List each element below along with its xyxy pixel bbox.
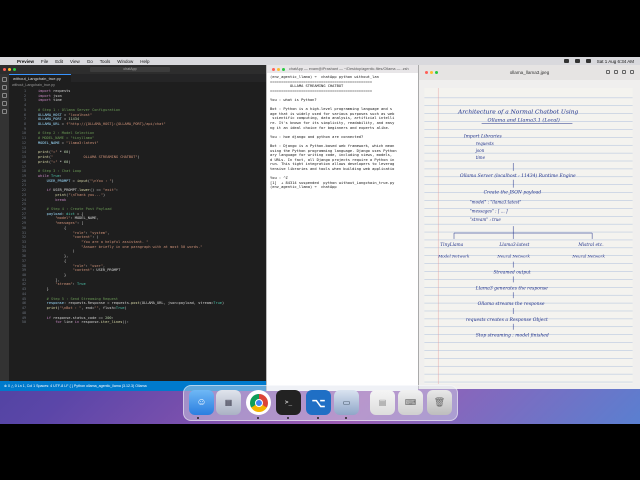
wifi-icon[interactable] [574, 59, 580, 63]
zoom-in-icon[interactable] [614, 70, 618, 74]
terminal-titlebar: chatApp — exam@iPrashant — ~/Desktop/age… [267, 65, 418, 73]
diagram-import-2: json [475, 148, 485, 153]
diagram-branch-2: Llama3:latest [498, 243, 529, 248]
code-line[interactable]: for line in response.iter_lines(): [38, 320, 264, 325]
diagram-flow-1: Streamed output [493, 270, 530, 275]
menu-bar: Preview File Edit View Go Tools Window H… [0, 57, 640, 65]
line-number-gutter: 1 2 3 4 5 6 7 8 9 10 11 12 13 14 15 16 17 18 19 20 21 22 23 24 2… [9, 89, 29, 379]
preview-window-controls [425, 71, 438, 74]
preview-toolbar [606, 70, 634, 74]
diagram-payload-title: Create the JSON payload [484, 190, 542, 196]
vscode-window: chatApp without_Langchain_true.py withou… [0, 65, 266, 391]
terminal-running-indicator [287, 417, 289, 419]
markup-icon[interactable] [630, 70, 634, 74]
chrome-icon[interactable] [246, 390, 271, 415]
chrome-running-indicator [257, 417, 259, 419]
menu-item-help[interactable]: Help [140, 59, 149, 64]
diagram-flow-2: Llama3 generates the response [475, 285, 548, 291]
menu-bar-status: Sat 1 Aug 6:34 AM [563, 57, 634, 65]
diagram-server-line: Ollama Server (localhost : 11434) Runtim… [460, 172, 576, 179]
diagram-subheading: Ollama and Llama3.1 (Local) [488, 117, 560, 124]
zoom-out-icon[interactable] [606, 70, 610, 74]
launchpad-icon[interactable]: ▦ [216, 390, 241, 415]
vscode-icon[interactable]: ⌥ [306, 390, 331, 415]
editor-tab-bar: without_Langchain_true.py [9, 74, 266, 82]
terminal-window: chatApp — exam@iPrashant — ~/Desktop/age… [266, 65, 418, 391]
menu-item-go[interactable]: Go [87, 59, 93, 64]
diagram-payload-2: "messages" : [ ... ] [470, 208, 508, 213]
screen: Preview File Edit View Go Tools Window H… [0, 0, 640, 480]
handwritten-diagram-image: Architecture of a Normal Chatbot Using O… [424, 88, 633, 384]
diagram-payload-1: "model" : "llama3:latest" [470, 199, 522, 204]
preview-icon[interactable]: ▭ [334, 390, 359, 415]
breadcrumb[interactable]: without_Langchain_true.py [9, 82, 266, 88]
vscode-running-indicator [317, 417, 319, 419]
terminal-close-button[interactable] [272, 67, 275, 71]
preview-running-indicator [345, 417, 347, 419]
close-window-button[interactable] [3, 68, 6, 71]
terminal-output[interactable]: (env_agentic_llama) ➜ chatApp python wit… [270, 75, 418, 389]
trash-icon[interactable]: 🗑 [427, 390, 452, 415]
preview-minimize-button[interactable] [430, 71, 433, 74]
line-number: 50 [21, 320, 26, 325]
keyboard-icon[interactable]: ⌨ [398, 390, 423, 415]
diagram-import-3: time [476, 155, 486, 160]
dock: ☺ ▦ >_ ⌥ ▭ ▤ ⌨ 🗑 [183, 385, 458, 421]
diagram-flow-4: requests creates a Response Object [466, 317, 548, 323]
zoom-window-button[interactable] [13, 68, 16, 71]
preview-close-button[interactable] [425, 71, 428, 74]
preview-titlebar: ollama_llama3.jpeg [419, 65, 640, 80]
diagram-flow-5: Stop streaming : model finished [476, 333, 549, 339]
diagram-flow-3: Ollama streams the response [478, 301, 545, 307]
finder-icon[interactable]: ☺ [189, 390, 214, 415]
paper-background [424, 88, 633, 384]
extensions-icon[interactable] [2, 109, 7, 114]
search-icon[interactable] [2, 85, 7, 90]
finder-running-indicator [197, 417, 199, 419]
command-center-search[interactable]: chatApp [90, 67, 170, 72]
terminal-window-controls [272, 67, 285, 71]
explorer-icon[interactable] [2, 77, 7, 82]
battery-icon[interactable] [563, 59, 569, 63]
code-editor[interactable]: import requests import json import time # … [38, 89, 264, 379]
menu-item-view[interactable]: View [70, 59, 80, 64]
minimize-window-button[interactable] [8, 68, 11, 71]
window-controls [3, 68, 16, 71]
menu-item-tools[interactable]: Tools [100, 59, 111, 64]
diagram-branch-3: Mistral etc. [577, 243, 603, 248]
diagram-heading: Architecture of a Normal Chatbot Using [457, 110, 579, 116]
activity-bar [0, 74, 9, 381]
diagram-branch-note-3: Neural Network [571, 254, 605, 259]
share-icon[interactable] [622, 70, 626, 74]
diagram-import-line: Import Libraries [463, 133, 503, 139]
terminal-minimize-button[interactable] [277, 67, 280, 71]
menu-item-file[interactable]: File [41, 59, 48, 64]
menu-app-name[interactable]: Preview [17, 59, 34, 64]
terminal-line: (env_agentic_llama) ➜ chatApp [270, 185, 337, 190]
menu-bar-clock[interactable]: Sat 1 Aug 6:34 AM [597, 59, 634, 64]
diagram-branch-note-1: Model Network [437, 254, 470, 259]
vscode-titlebar: chatApp [0, 65, 266, 74]
terminal-icon[interactable]: >_ [276, 390, 301, 415]
run-debug-icon[interactable] [2, 101, 7, 106]
diagram-branch-1: TinyLlama [440, 243, 463, 248]
diagram-import-1: requests [476, 141, 494, 146]
terminal-title: chatApp — exam@iPrashant — ~/Desktop/age… [289, 67, 409, 71]
preview-title: ollama_llama3.jpeg [509, 70, 550, 75]
diagram-payload-3: "stream" : true [470, 217, 502, 222]
preview-zoom-button[interactable] [435, 71, 438, 74]
terminal-zoom-button[interactable] [282, 67, 285, 71]
editor-tab[interactable]: without_Langchain_true.py [9, 74, 71, 82]
diagram-branch-note-2: Neural Network [496, 254, 530, 259]
notes-icon[interactable]: ▤ [370, 390, 395, 415]
control-center-icon[interactable] [585, 59, 591, 63]
menu-item-edit[interactable]: Edit [55, 59, 63, 64]
source-control-icon[interactable] [2, 93, 7, 98]
menu-item-window[interactable]: Window [117, 59, 133, 64]
